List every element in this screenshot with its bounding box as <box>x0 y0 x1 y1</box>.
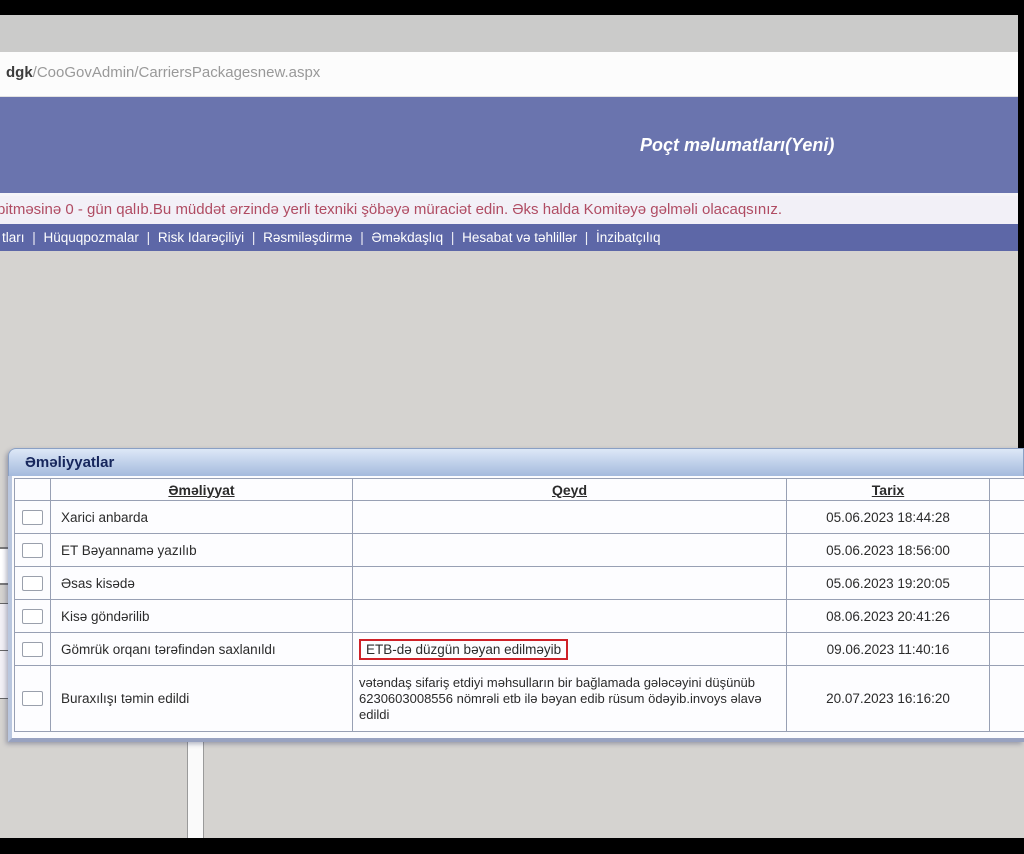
letterbox-top <box>0 0 1024 15</box>
operation-name: Gömrük orqanı tərəfindən saxlanıldı <box>51 633 353 665</box>
operation-row-2: ET Bəyannamə yazılıb 05.06.2023 18:56:00 <box>15 534 1024 567</box>
operation-row-1: Xarici anbarda 05.06.2023 18:44:28 <box>15 501 1024 534</box>
operation-note <box>353 600 787 632</box>
operation-extra-cell <box>990 534 1024 566</box>
browser-url-bar[interactable]: dgk/CooGovAdmin/CarriersPackagesnew.aspx <box>0 52 1018 97</box>
operation-row-5: Gömrük orqanı tərəfindən saxlanıldı ETB-d… <box>15 633 1024 666</box>
nav-item-5[interactable]: Əməkdaşlıq <box>371 230 443 245</box>
modal-col-note[interactable]: Qeyd <box>353 479 787 500</box>
operation-checkbox-5[interactable] <box>22 642 43 657</box>
operation-note <box>353 567 787 599</box>
operation-note: ETB-də düzgün bəyan edilməyib <box>353 633 787 665</box>
operation-extra-cell <box>990 633 1024 665</box>
operation-checkbox-cell <box>15 666 51 731</box>
operations-table: ƏməliyyatQeydTarixXarici anbarda05.06.20… <box>14 478 1024 732</box>
note-text: vətəndaş sifariş etdiyi məhsulların bir … <box>359 675 780 723</box>
operation-row-6: Buraxılışı təmin edildivətəndaş sifariş … <box>15 666 1024 732</box>
operation-checkbox-cell <box>15 534 51 566</box>
page-title: Poçt məlumatları(Yeni) <box>640 135 834 156</box>
operation-checkbox-2[interactable] <box>22 543 43 558</box>
operation-date: 05.06.2023 18:56:00 <box>787 534 990 566</box>
operation-extra-cell <box>990 666 1024 731</box>
browser-tab-bar <box>0 15 1018 52</box>
operation-checkbox-3[interactable] <box>22 576 43 591</box>
modal-col-operation[interactable]: Əməliyyat <box>51 479 353 500</box>
highlighted-note: ETB-də düzgün bəyan edilməyib <box>359 639 568 660</box>
nav-separator: | <box>139 230 158 245</box>
page-header: Poçt məlumatları(Yeni) <box>0 97 1018 193</box>
operation-checkbox-cell <box>15 501 51 533</box>
operations-modal: Əməliyyatlar ƏməliyyatQeydTarixXarici an… <box>8 448 1024 742</box>
letterbox-bottom <box>0 838 1024 854</box>
modal-body: ƏməliyyatQeydTarixXarici anbarda05.06.20… <box>8 476 1024 742</box>
operation-note: vətəndaş sifariş etdiyi məhsulların bir … <box>353 666 787 731</box>
operation-date: 20.07.2023 16:16:20 <box>787 666 990 731</box>
operation-name: Əsas kisədə <box>51 567 353 599</box>
url-text[interactable]: dgk/CooGovAdmin/CarriersPackagesnew.aspx <box>6 64 320 81</box>
nav-item-6[interactable]: Hesabat və təhlillər <box>462 230 577 245</box>
operation-checkbox-cell <box>15 600 51 632</box>
operation-note <box>353 501 787 533</box>
letterbox-right <box>1018 0 1024 448</box>
nav-item-4[interactable]: Rəsmiləşdirmə <box>263 230 352 245</box>
operation-name: Buraxılışı təmin edildi <box>51 666 353 731</box>
modal-header-spacer <box>15 479 51 500</box>
modal-title: Əməliyyatlar <box>25 454 114 471</box>
operation-name: ET Bəyannamə yazılıb <box>51 534 353 566</box>
operation-extra-cell <box>990 501 1024 533</box>
operation-note <box>353 534 787 566</box>
operation-name: Xarici anbarda <box>51 501 353 533</box>
operation-date: 05.06.2023 19:20:05 <box>787 567 990 599</box>
operation-checkbox-4[interactable] <box>22 609 43 624</box>
operation-checkbox-cell <box>15 633 51 665</box>
operation-row-4: Kisə göndərilib 08.06.2023 20:41:26 <box>15 600 1024 633</box>
nav-item-1[interactable]: tları <box>2 230 25 245</box>
operation-date: 08.06.2023 20:41:26 <box>787 600 990 632</box>
nav-separator: | <box>244 230 263 245</box>
warning-banner: bitməsinə 0 - gün qalıb.Bu müddət ərzind… <box>0 196 1021 224</box>
main-nav: tları | Hüquqpozmalar | Risk Idarəçiliyi… <box>0 224 1018 251</box>
nav-separator: | <box>352 230 371 245</box>
modal-title-bar[interactable]: Əməliyyatlar <box>8 448 1024 476</box>
operation-extra-cell <box>990 567 1024 599</box>
modal-header-spacer <box>990 479 1024 500</box>
url-path: /CooGovAdmin/CarriersPackagesnew.aspx <box>33 64 321 81</box>
screen: dgk/CooGovAdmin/CarriersPackagesnew.aspx… <box>0 0 1024 854</box>
operation-date: 09.06.2023 11:40:16 <box>787 633 990 665</box>
operation-date: 05.06.2023 18:44:28 <box>787 501 990 533</box>
nav-separator: | <box>577 230 596 245</box>
operation-checkbox-cell <box>15 567 51 599</box>
nav-item-7[interactable]: İnzibatçılıq <box>596 230 661 245</box>
operation-name: Kisə göndərilib <box>51 600 353 632</box>
modal-col-date[interactable]: Tarix <box>787 479 990 500</box>
operation-checkbox-6[interactable] <box>22 691 43 706</box>
operation-extra-cell <box>990 600 1024 632</box>
nav-item-3[interactable]: Risk Idarəçiliyi <box>158 230 244 245</box>
operation-row-3: Əsas kisədə 05.06.2023 19:20:05 <box>15 567 1024 600</box>
nav-item-2[interactable]: Hüquqpozmalar <box>44 230 139 245</box>
operation-checkbox-1[interactable] <box>22 510 43 525</box>
nav-separator: | <box>25 230 44 245</box>
url-domain-fragment: dgk <box>6 64 33 81</box>
nav-separator: | <box>443 230 462 245</box>
modal-header-row: ƏməliyyatQeydTarix <box>15 479 1024 501</box>
